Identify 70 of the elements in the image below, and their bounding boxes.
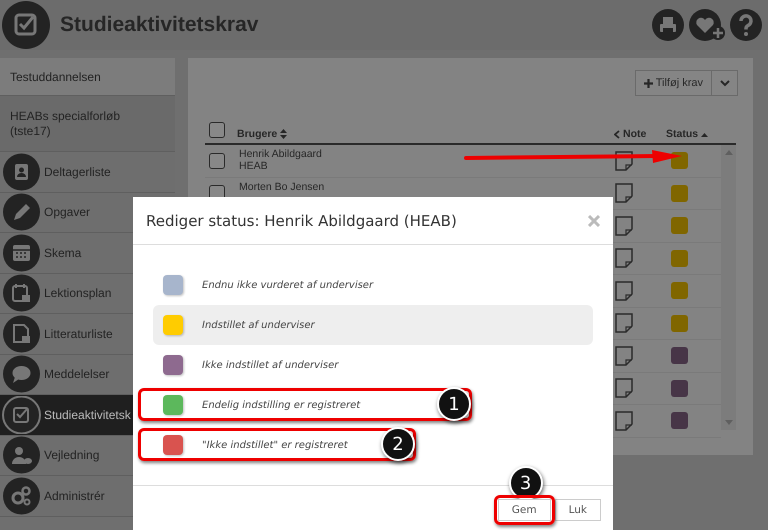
note-icon[interactable]	[615, 346, 633, 366]
caret-icon	[720, 80, 730, 86]
sidebar-label: Deltagerliste	[44, 164, 111, 179]
status-swatch[interactable]	[671, 380, 688, 397]
callout-number: 1	[437, 387, 471, 421]
printer-icon[interactable]	[652, 9, 684, 41]
person-chat-icon	[2, 436, 41, 474]
dialog-button[interactable]: Luk	[554, 499, 601, 521]
scrollbar[interactable]	[721, 145, 736, 430]
status-label: Ikke indstillet af underviser	[202, 360, 338, 370]
sort-icon	[280, 129, 288, 139]
sidebar-label: Lektionsplan	[44, 286, 112, 300]
sidebar-item[interactable]: Testuddannelsen	[0, 58, 175, 96]
sort-up-icon	[701, 132, 708, 136]
status-swatch[interactable]	[671, 314, 688, 332]
user-name: Henrik Abildgaard HEAB	[239, 148, 322, 172]
user-name: Morten Bo Jensen	[239, 180, 324, 192]
status-swatch[interactable]	[671, 250, 688, 267]
status-swatch[interactable]	[671, 412, 688, 430]
page-title: Studieaktivitetskrav	[60, 13, 260, 37]
select-all-checkbox[interactable]	[209, 122, 225, 138]
note-icon[interactable]	[615, 248, 633, 268]
status-label: Endelig indstilling er registreret	[202, 400, 360, 410]
note-icon[interactable]	[615, 183, 633, 204]
status-swatch[interactable]	[671, 217, 688, 234]
calendar-page-icon	[2, 274, 41, 312]
scroll-up-icon	[724, 150, 732, 155]
gears-icon	[2, 476, 41, 515]
status-swatch[interactable]	[671, 184, 688, 202]
sidebar-item[interactable]: Deltagerliste	[0, 152, 175, 192]
note-icon[interactable]	[615, 378, 633, 398]
column-header[interactable]: Note	[614, 128, 666, 140]
pencil-icon	[2, 193, 41, 232]
checkbox-icon	[2, 396, 41, 434]
status-swatch[interactable]	[671, 152, 688, 170]
sidebar-label: Litteraturliste	[44, 326, 113, 341]
note-icon[interactable]	[615, 216, 633, 236]
chevron-left-icon	[614, 130, 620, 138]
column-header[interactable]: Status	[666, 128, 708, 140]
status-label: Indstillet af underviser	[202, 320, 315, 330]
note-icon[interactable]	[615, 150, 633, 171]
speech-bubble-icon	[2, 355, 41, 394]
help-icon[interactable]	[730, 9, 762, 41]
status-swatch[interactable]	[671, 282, 688, 300]
sidebar-label: Opgaver	[44, 205, 90, 220]
note-icon[interactable]	[615, 313, 633, 334]
note-icon[interactable]	[615, 410, 633, 431]
sidebar-label: Skema	[44, 246, 82, 260]
sidebar-label: Studieaktivitetsk	[44, 408, 131, 422]
dialog-button[interactable]: Gem	[498, 499, 551, 521]
add-requirement-button[interactable]: Tilføj krav	[634, 70, 712, 96]
sidebar-label: Meddelelser	[44, 367, 110, 382]
callout-number: 2	[381, 427, 415, 461]
status-label: "Ikke indstillet" er registreret	[202, 440, 348, 450]
calendar-icon	[2, 234, 41, 272]
sidebar-label: Vejledning	[44, 448, 100, 462]
row-checkbox[interactable]	[209, 152, 225, 169]
document-icon	[2, 314, 41, 353]
sidebar-label: Administrér	[44, 488, 105, 503]
column-header[interactable]: Brugere	[237, 128, 597, 140]
plus-icon	[644, 78, 653, 88]
status-swatch[interactable]	[671, 347, 688, 364]
status-label: Endnu ikke vurderet af underviser	[202, 280, 374, 290]
note-icon[interactable]	[615, 280, 633, 301]
contacts-icon	[2, 152, 41, 191]
scroll-down-icon	[724, 420, 732, 425]
sidebar-item[interactable]: HEABs specialforløb (tste17)	[0, 96, 175, 152]
dropdown-button[interactable]	[712, 70, 738, 96]
heart-plus-icon[interactable]	[688, 8, 726, 42]
status-option[interactable]: Indstillet af underviser	[153, 305, 593, 345]
